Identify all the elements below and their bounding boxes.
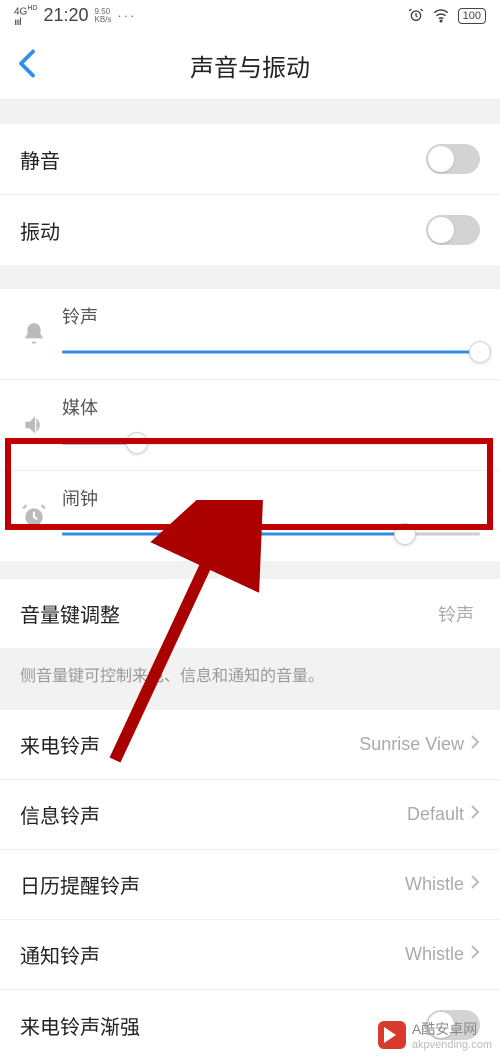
status-time: 21:20 bbox=[43, 5, 88, 26]
alarm-slider[interactable] bbox=[62, 521, 480, 547]
status-bar: 4GHDıııl 21:20 9.50 KB/s ··· 100 bbox=[0, 0, 500, 32]
mute-label: 静音 bbox=[20, 145, 426, 174]
more-icon: ··· bbox=[117, 8, 136, 23]
alarm-slider-label: 闹钟 bbox=[62, 485, 480, 511]
media-slider-label: 媒体 bbox=[62, 394, 480, 420]
chevron-right-icon bbox=[470, 944, 480, 965]
chevron-right-icon bbox=[470, 804, 480, 825]
watermark-icon bbox=[378, 1021, 406, 1049]
volume-key-value: 铃声 bbox=[438, 601, 474, 627]
ringtone-slider-row: 铃声 bbox=[0, 289, 500, 380]
message-ringtone-value: Default bbox=[407, 804, 464, 825]
volume-key-label: 音量键调整 bbox=[20, 599, 438, 628]
clock-icon bbox=[14, 485, 54, 529]
incoming-ringtone-row[interactable]: 来电铃声 Sunrise View bbox=[0, 710, 500, 780]
media-slider[interactable] bbox=[62, 430, 480, 456]
chevron-right-icon bbox=[470, 874, 480, 895]
ringtone-slider[interactable] bbox=[62, 339, 480, 365]
speaker-icon bbox=[14, 394, 54, 438]
nav-bar: 声音与振动 bbox=[0, 32, 500, 100]
vibrate-toggle[interactable] bbox=[426, 215, 480, 245]
incoming-ringtone-label: 来电铃声 bbox=[20, 730, 359, 759]
chevron-right-icon bbox=[470, 734, 480, 755]
alarm-slider-row: 闹钟 bbox=[0, 471, 500, 561]
calendar-ringtone-value: Whistle bbox=[405, 874, 464, 895]
mute-toggle[interactable] bbox=[426, 144, 480, 174]
message-ringtone-row[interactable]: 信息铃声 Default bbox=[0, 780, 500, 850]
ringtone-slider-label: 铃声 bbox=[62, 303, 480, 329]
slider-section: 铃声 媒体 闹钟 bbox=[0, 289, 500, 561]
watermark-text: A酷安卓网 bbox=[412, 1021, 477, 1037]
battery-indicator: 100 bbox=[458, 8, 486, 24]
vibrate-row: 振动 bbox=[0, 195, 500, 265]
volume-key-row[interactable]: 音量键调整 铃声 bbox=[0, 579, 500, 648]
vibrate-label: 振动 bbox=[20, 216, 426, 245]
notification-ringtone-row[interactable]: 通知铃声 Whistle bbox=[0, 920, 500, 990]
page-title: 声音与振动 bbox=[0, 48, 500, 83]
notification-ringtone-value: Whistle bbox=[405, 944, 464, 965]
network-speed: 9.50 KB/s bbox=[95, 8, 112, 24]
back-button[interactable] bbox=[18, 48, 36, 83]
calendar-ringtone-row[interactable]: 日历提醒铃声 Whistle bbox=[0, 850, 500, 920]
ringtone-section: 来电铃声 Sunrise View 信息铃声 Default 日历提醒铃声 Wh… bbox=[0, 710, 500, 1060]
incoming-ringtone-value: Sunrise View bbox=[359, 734, 464, 755]
ascending-ringtone-label: 来电铃声渐强 bbox=[20, 1011, 426, 1040]
alarm-icon bbox=[408, 7, 424, 26]
media-slider-row: 媒体 bbox=[0, 380, 500, 471]
notification-ringtone-label: 通知铃声 bbox=[20, 940, 405, 969]
mute-row: 静音 bbox=[0, 124, 500, 195]
wifi-icon bbox=[432, 6, 450, 27]
watermark-domain: akpvending.com bbox=[412, 1039, 492, 1051]
bell-icon bbox=[14, 303, 54, 347]
network-indicator: 4GHDıııl bbox=[14, 4, 37, 27]
volume-key-desc: 侧音量键可控制来电、信息和通知的音量。 bbox=[0, 648, 500, 710]
watermark: A酷安卓网 akpvending.com bbox=[378, 1019, 492, 1051]
toggle-section: 静音 振动 bbox=[0, 124, 500, 265]
calendar-ringtone-label: 日历提醒铃声 bbox=[20, 870, 405, 899]
message-ringtone-label: 信息铃声 bbox=[20, 800, 407, 829]
